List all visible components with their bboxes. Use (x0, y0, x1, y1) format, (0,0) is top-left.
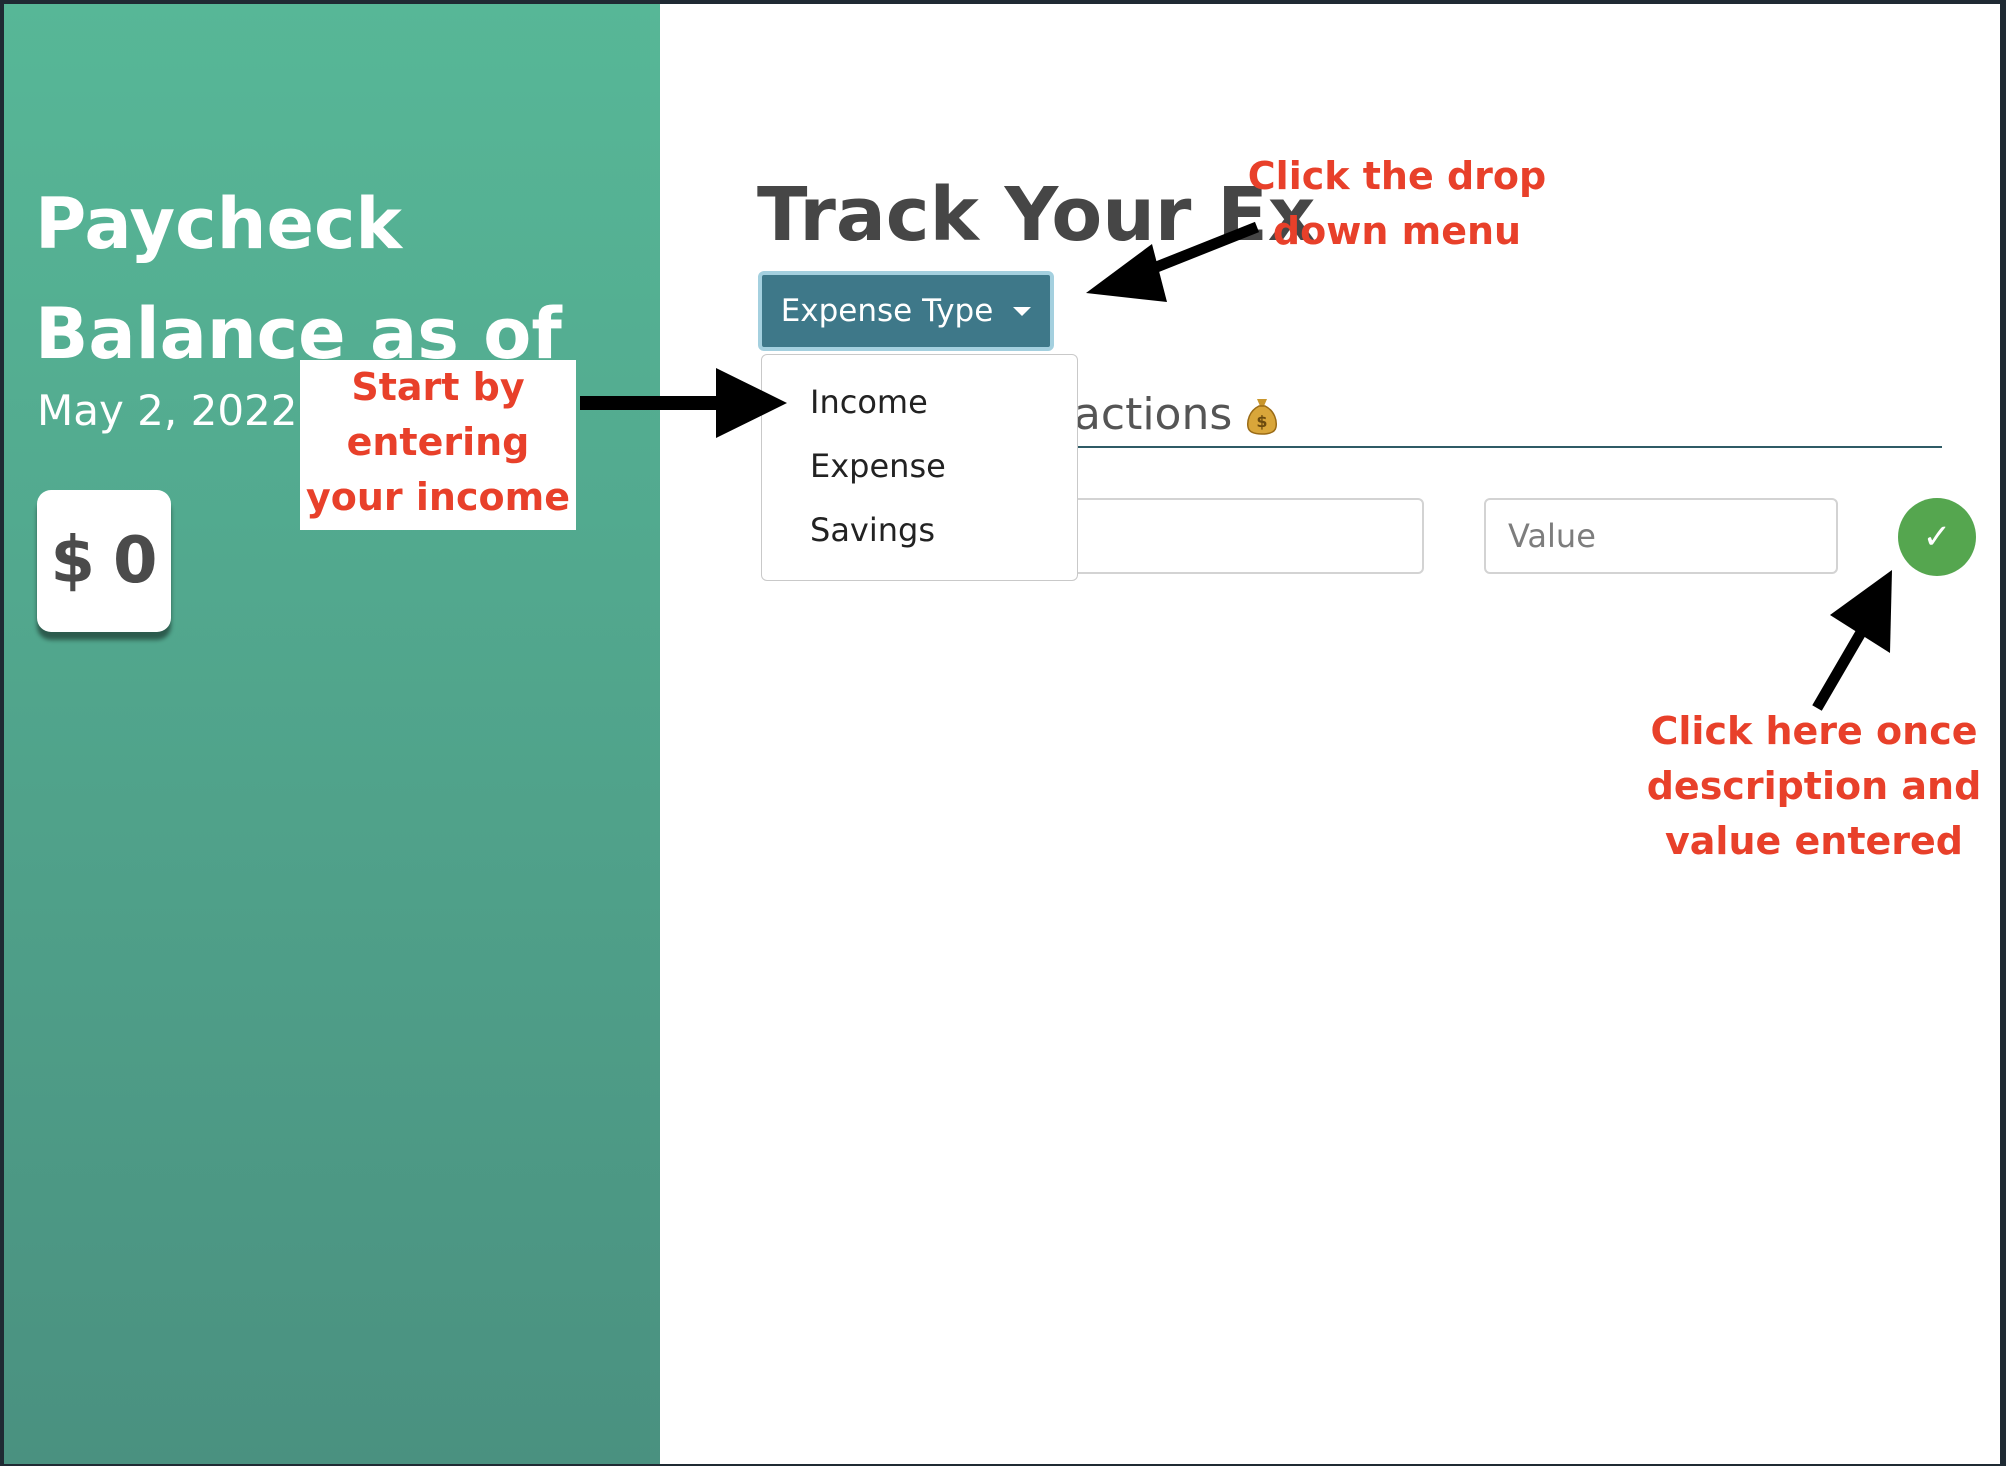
app-window: Paycheck Balance as of May 2, 2022 $ 0 T… (4, 4, 2000, 1464)
arrow-to-income-icon (580, 368, 787, 438)
arrow-to-dropdown-icon (1086, 221, 1260, 302)
arrow-to-submit-icon (1812, 570, 1892, 711)
annotation-arrows (580, 221, 1892, 711)
